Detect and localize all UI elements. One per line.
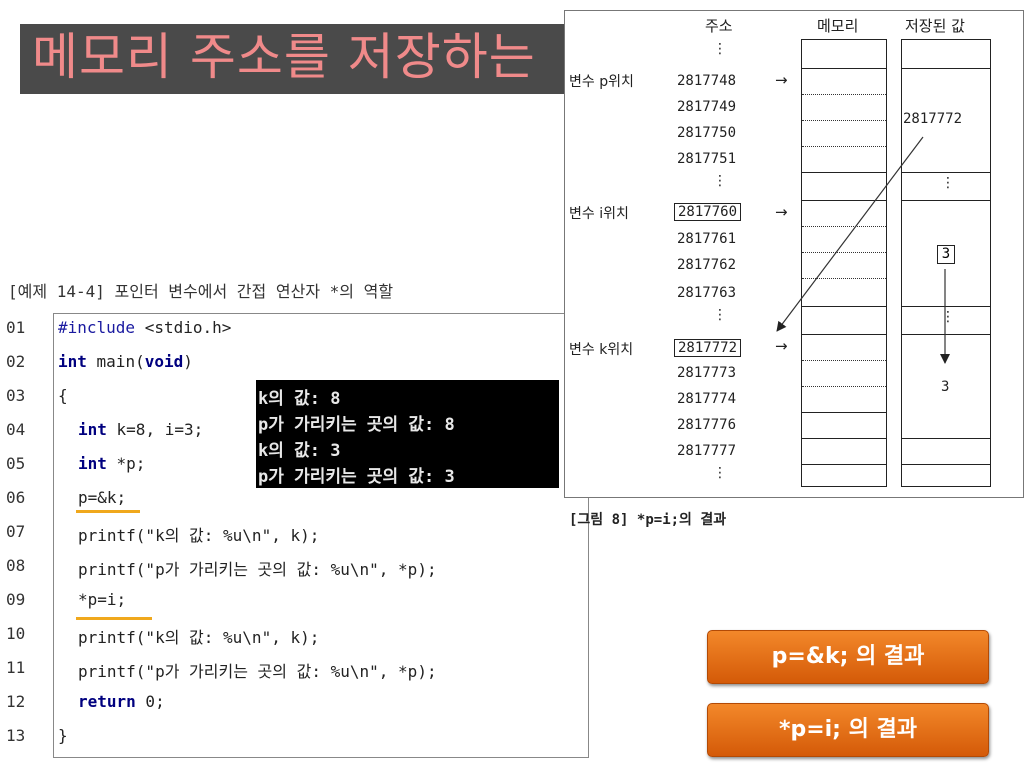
code-line: *p=i; [78,590,127,609]
code-token: main( [86,352,145,371]
console-line: p가 가리키는 곳의 값: 3 [258,467,455,487]
code-token: int [78,420,107,439]
highlight-underline [76,617,152,620]
line-number: 10 [6,624,26,643]
pointer-arrows [776,136,950,364]
title-banner: 메모리 주소를 저장하는 [20,24,565,94]
line-number: 13 [6,726,26,745]
result-button-p-ref[interactable]: p=&k; 의 결과 [707,630,989,684]
code-line: int k=8, i=3; [78,420,203,439]
line-number: 05 [6,454,26,473]
code-line: printf("p가 가리키는 곳의 값: %u\n", *p); [78,662,437,681]
code-line: p=&k; [78,488,127,507]
line-number: 06 [6,488,26,507]
console-line: k의 값: 3 [258,441,341,461]
code-line: { [58,386,68,405]
code-token: <stdio.h> [135,318,232,337]
code-token: return [78,692,136,711]
line-number: 01 [6,318,26,337]
code-token: #include [58,318,136,337]
example-caption: [예제 14-4] 포인터 변수에서 간접 연산자 *의 역할 [8,282,394,301]
console-line: k의 값: 8 [258,389,341,409]
code-token: int [78,454,107,473]
code-line: } [58,726,68,745]
code-line: int main(void) [58,352,193,371]
code-line: printf("k의 값: %u\n", k); [78,526,320,545]
line-number: 07 [6,522,26,541]
code-token: k=8, i=3; [106,420,204,439]
slide-title: 메모리 주소를 저장하는 [32,28,536,86]
line-number: 09 [6,590,26,609]
code-line: printf("p가 가리키는 곳의 값: %u\n", *p); [78,560,437,579]
pointer-arrow [776,136,924,332]
code-line: #include <stdio.h> [58,318,231,337]
line-number: 12 [6,692,26,711]
line-number: 08 [6,556,26,575]
line-number: 11 [6,658,26,677]
code-line: int *p; [78,454,145,473]
console-output: k의 값: 8 p가 가리키는 곳의 값: 8 k의 값: 3 p가 가리키는 … [256,380,559,488]
code-line: return 0; [78,692,165,711]
code-line: printf("k의 값: %u\n", k); [78,628,320,647]
code-token: 0; [135,692,165,711]
code-token: int [58,352,87,371]
code-token: *p; [106,454,146,473]
code-token: ) [183,352,193,371]
figure-caption: [그림 8] *p=i;의 결과 [569,512,727,528]
line-number: 04 [6,420,26,439]
code-token: void [144,352,184,371]
memory-diagram: 주소 메모리 저장된 값 ⋮ 변수 p위치 2817748 → 2817749 … [564,10,1024,498]
result-button-deref[interactable]: *p=i; 의 결과 [707,703,989,757]
highlight-underline [76,510,140,513]
line-number: 02 [6,352,26,371]
line-number: 03 [6,386,26,405]
console-line: p가 가리키는 곳의 값: 8 [258,415,455,435]
